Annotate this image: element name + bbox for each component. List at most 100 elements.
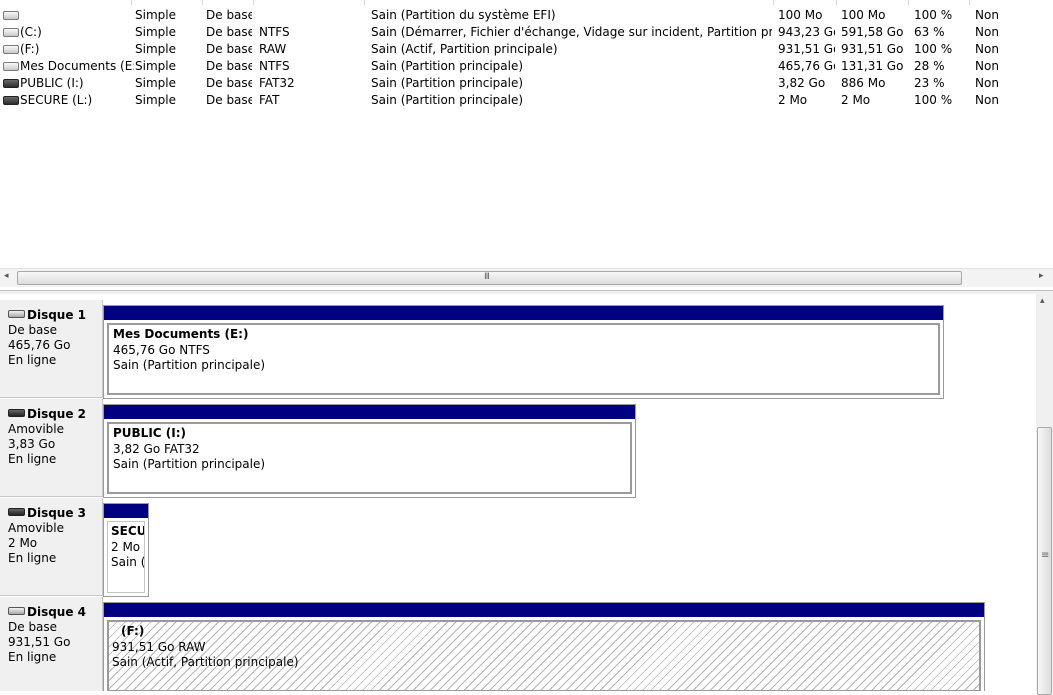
volume-free-space: 886 Mo <box>841 76 886 90</box>
volume-fault-tolerance: Non <box>975 76 999 90</box>
volume-type: De base <box>206 42 252 56</box>
volume-layout: Simple <box>135 8 176 22</box>
vertical-scroll-thumb[interactable]: ≡ <box>1037 427 1052 695</box>
disk-size: 3,83 Go <box>8 437 56 451</box>
scroll-up-button[interactable]: ▴ <box>1040 296 1045 306</box>
column-separator[interactable] <box>131 0 132 5</box>
volume-percent-free: 100 % <box>914 93 953 107</box>
partition-status: Sain (Actif, Partition principale) <box>112 655 299 669</box>
disk-state: En ligne <box>8 650 57 664</box>
volume-name: PUBLIC (I:) <box>20 76 84 90</box>
volume-status: Sain (Partition principale) <box>371 93 524 107</box>
disk-row[interactable]: Disque 2 Amovible 3,83 Go En ligne PUBLI… <box>0 399 1036 498</box>
horizontal-scroll-thumb[interactable]: III <box>17 271 962 285</box>
scroll-right-button[interactable]: ▸ <box>1039 271 1044 281</box>
hard-disk-icon <box>8 309 25 318</box>
disk-kind: De base <box>8 620 58 634</box>
partition-detail: 3,82 Go FAT32 <box>113 442 200 456</box>
removable-disk-icon <box>8 408 25 417</box>
disk-row[interactable]: Disque 4 De base 931,51 Go En ligne (F:)… <box>0 597 1036 691</box>
disk-row[interactable]: Disque 1 De base 465,76 Go En ligne Mes … <box>0 300 1036 399</box>
disk-row[interactable]: Disque 3 Amovible 2 Mo En ligne SECU 2 M… <box>0 498 1036 597</box>
disk-info[interactable]: Disque 1 De base 465,76 Go En ligne <box>0 300 103 398</box>
volume-row[interactable]: PUBLIC (I:) Simple De base FAT32 Sain (P… <box>0 75 1053 92</box>
hard-disk-icon <box>8 606 25 615</box>
volume-row[interactable]: Simple De base Sain (Partition du systèm… <box>0 7 1053 24</box>
disk-info[interactable]: Disque 3 Amovible 2 Mo En ligne <box>0 498 103 596</box>
disk-size: 931,51 Go <box>8 635 71 649</box>
partition-block[interactable]: PUBLIC (I:) 3,82 Go FAT32 Sain (Partitio… <box>103 404 636 498</box>
partition-region[interactable]: SECU 2 Mo Sain ( <box>107 521 145 593</box>
removable-disk-icon <box>8 507 25 516</box>
volume-list-pane: Simple De base Sain (Partition du systèm… <box>0 0 1053 290</box>
volume-free-space: 591,58 Go <box>841 25 904 39</box>
partition-block[interactable]: (F:) 931,51 Go RAW Sain (Actif, Partitio… <box>103 602 985 691</box>
partition-status: Sain (Partition principale) <box>113 358 266 372</box>
scroll-grip-icon: III <box>484 272 490 282</box>
volume-free-space: 931,51 Go <box>841 42 904 56</box>
volume-filesystem: FAT32 <box>259 76 295 90</box>
volume-type: De base <box>206 93 252 107</box>
volume-status: Sain (Partition principale) <box>371 59 524 73</box>
disk-info[interactable]: Disque 2 Amovible 3,83 Go En ligne <box>0 399 103 497</box>
partition-title: PUBLIC (I:) <box>113 426 187 440</box>
volume-layout: Simple <box>135 76 176 90</box>
partition-title: (F:) <box>121 624 145 638</box>
partition-detail: 931,51 Go RAW <box>112 640 206 654</box>
volume-row[interactable]: (C:) Simple De base NTFS Sain (Démarrer,… <box>0 24 1053 41</box>
column-separator[interactable] <box>202 0 203 5</box>
volume-filesystem: NTFS <box>259 25 290 39</box>
removable-drive-icon <box>3 79 19 88</box>
disk-state: En ligne <box>8 452 57 466</box>
column-separator[interactable] <box>773 0 774 5</box>
disk-graphical-pane: Disque 1 De base 465,76 Go En ligne Mes … <box>0 294 1036 691</box>
volume-layout: Simple <box>135 93 176 107</box>
drive-icon <box>3 45 19 54</box>
column-separator[interactable] <box>836 0 837 5</box>
volume-percent-free: 63 % <box>914 25 945 39</box>
volume-name: SECURE (L:) <box>20 93 93 107</box>
horizontal-scrollbar[interactable]: ◂ III ▸ <box>0 268 1053 287</box>
vertical-scrollbar[interactable]: ▴ ≡ <box>1036 294 1053 695</box>
volume-capacity: 931,51 Go <box>778 42 835 56</box>
partition-region[interactable]: PUBLIC (I:) 3,82 Go FAT32 Sain (Partitio… <box>107 422 632 494</box>
volume-type: De base <box>206 59 252 73</box>
drive-icon <box>3 62 19 71</box>
disk-state: En ligne <box>8 551 57 565</box>
partition-status: Sain (Partition principale) <box>113 457 266 471</box>
disk-size: 465,76 Go <box>8 338 71 352</box>
volume-free-space: 2 Mo <box>841 93 871 107</box>
volume-capacity: 465,76 Go <box>778 59 835 73</box>
scroll-left-button[interactable]: ◂ <box>4 271 9 281</box>
column-separator[interactable] <box>364 0 365 5</box>
partition-region[interactable]: (F:) 931,51 Go RAW Sain (Actif, Partitio… <box>107 620 981 691</box>
volume-fault-tolerance: Non <box>975 93 999 107</box>
volume-row[interactable]: (F:) Simple De base RAW Sain (Actif, Par… <box>0 41 1053 58</box>
volume-status: Sain (Partition du système EFI) <box>371 8 556 22</box>
partition-block[interactable]: Mes Documents (E:) 465,76 Go NTFS Sain (… <box>103 305 944 399</box>
disk-kind: Amovible <box>8 521 65 535</box>
volume-fault-tolerance: Non <box>975 42 999 56</box>
partition-status: Sain ( <box>111 555 145 569</box>
column-separator[interactable] <box>969 0 970 5</box>
volume-row[interactable]: SECURE (L:) Simple De base FAT Sain (Par… <box>0 92 1053 109</box>
disk-name: Disque 2 <box>27 407 87 421</box>
volume-row[interactable]: Mes Documents (E:) Simple De base NTFS S… <box>0 58 1053 75</box>
volume-type: De base <box>206 25 252 39</box>
partition-bar <box>104 603 984 617</box>
partition-bar <box>104 306 943 320</box>
volume-name: Mes Documents (E:) <box>20 59 134 73</box>
column-separator[interactable] <box>908 0 909 5</box>
partition-region[interactable]: Mes Documents (E:) 465,76 Go NTFS Sain (… <box>107 323 940 395</box>
column-header[interactable] <box>0 0 1053 5</box>
drive-icon <box>3 11 19 20</box>
disk-name: Disque 1 <box>27 308 87 322</box>
disk-kind: Amovible <box>8 422 65 436</box>
column-separator[interactable] <box>253 0 254 5</box>
disk-info[interactable]: Disque 4 De base 931,51 Go En ligne <box>0 597 103 691</box>
partition-title: SECU <box>111 524 145 538</box>
partition-bar <box>104 504 148 518</box>
volume-filesystem: RAW <box>259 42 287 56</box>
disk-name: Disque 3 <box>27 506 87 520</box>
partition-block[interactable]: SECU 2 Mo Sain ( <box>103 503 149 597</box>
